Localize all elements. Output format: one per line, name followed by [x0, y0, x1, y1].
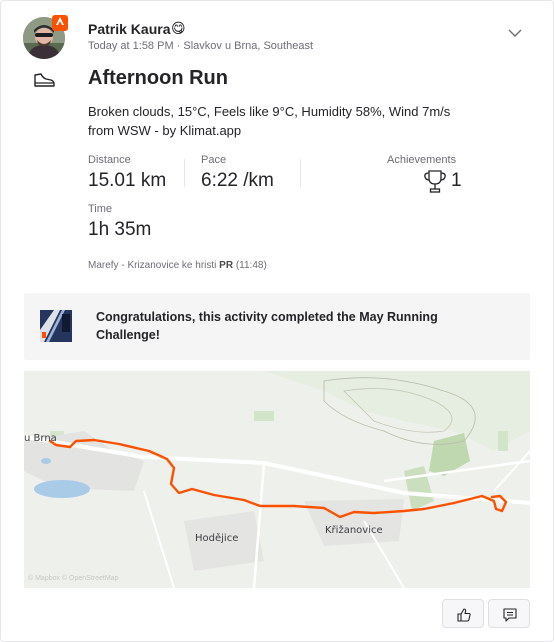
- time-value: 1h 35m: [88, 219, 152, 240]
- distance-value: 15.01 km: [88, 170, 167, 191]
- trophy-icon: [422, 168, 448, 194]
- map-label-town-mid: Hodějice: [195, 533, 239, 544]
- map-label-town-left: u Brna: [24, 433, 57, 444]
- shoe-icon: [32, 70, 56, 90]
- activity-meta: Today at 1:58 PM · Slavkov u Brna, South…: [88, 40, 314, 52]
- pace-label: Pace: [201, 154, 227, 166]
- chevron-down-icon[interactable]: [507, 25, 523, 41]
- pr-badge: PR: [219, 260, 234, 271]
- achievements-value: 1: [451, 170, 462, 191]
- segment-time: (11:48): [235, 260, 267, 271]
- activity-card: Patrik Kaura 😋 Today at 1:58 PM · Slavko…: [0, 0, 554, 642]
- thumbs-up-icon: [457, 608, 471, 622]
- challenge-text: Congratulations, this activity completed…: [96, 310, 438, 342]
- comment-icon: [503, 608, 517, 622]
- activity-description: Broken clouds, 15°C, Feels like 9°C, Hum…: [88, 104, 451, 138]
- map-attribution: © Mapbox © OpenStreetMap: [28, 575, 119, 582]
- pace-value: 6:22 /km: [201, 170, 274, 191]
- subscriber-badge: [52, 15, 68, 31]
- activity-title[interactable]: Afternoon Run: [88, 67, 228, 90]
- segment-effort[interactable]: Marefy - Krizanovice ke hristi PR (11:48…: [88, 260, 267, 271]
- comment-button[interactable]: [488, 599, 530, 628]
- distance-label: Distance: [88, 154, 131, 166]
- stat-divider: [300, 159, 301, 187]
- map-label-town-right: Křižanovice: [325, 525, 383, 536]
- athlete-name[interactable]: Patrik Kaura: [88, 21, 170, 37]
- stat-divider: [184, 159, 185, 187]
- route-map[interactable]: u Brna Hodějice Křižanovice © Mapbox © O…: [24, 371, 530, 588]
- kudos-button[interactable]: [442, 599, 484, 628]
- challenge-badge-icon: [40, 310, 72, 342]
- emoji: 😋: [171, 20, 186, 36]
- achievements-label: Achievements: [387, 154, 457, 166]
- segment-name: Marefy - Krizanovice ke hristi: [88, 260, 217, 271]
- time-label: Time: [88, 203, 113, 215]
- challenge-banner[interactable]: Congratulations, this activity completed…: [24, 293, 530, 360]
